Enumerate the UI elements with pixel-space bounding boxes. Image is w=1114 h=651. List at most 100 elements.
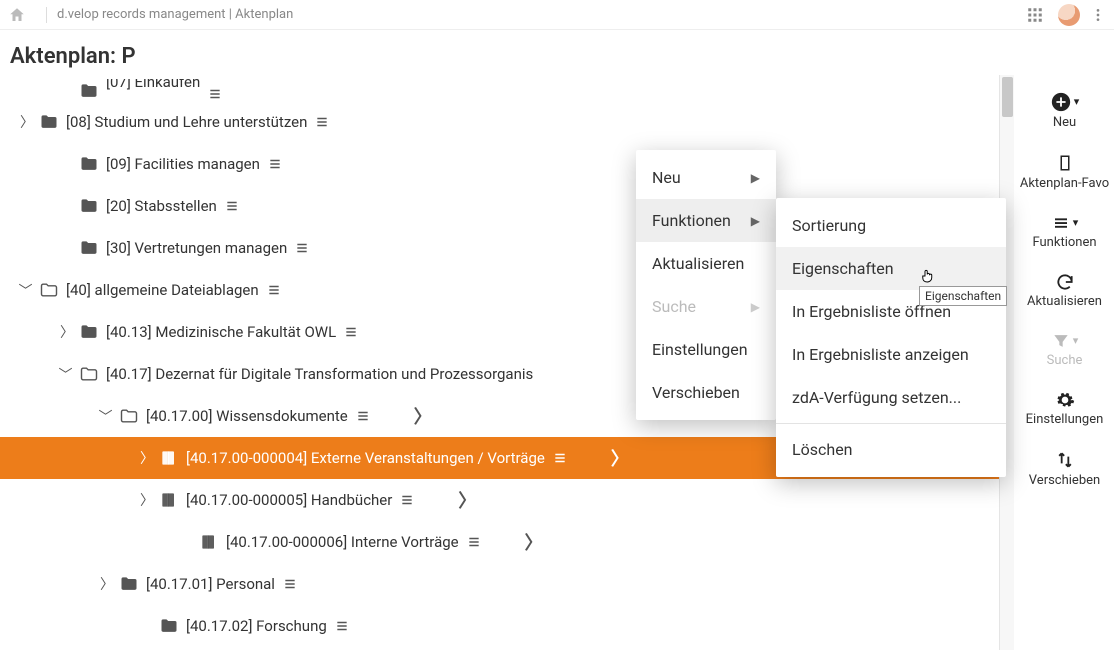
row-menu-icon[interactable] xyxy=(398,493,424,507)
home-icon[interactable] xyxy=(8,6,26,24)
scrollbar-thumb[interactable] xyxy=(1002,77,1013,117)
row-menu-icon[interactable] xyxy=(313,115,339,129)
app-title: d.velop records management | Aktenplan xyxy=(57,7,293,22)
action-aktualisieren[interactable]: Aktualisieren xyxy=(1015,264,1114,323)
folder-outline-icon xyxy=(78,364,100,384)
navigate-icon[interactable]: 〉 xyxy=(454,487,480,513)
context-submenu-item[interactable]: Löschen xyxy=(776,428,1006,471)
folder-solid-icon xyxy=(118,574,140,594)
tree-row[interactable]: 〉[07] Einkaufen xyxy=(0,79,1014,101)
context-submenu-item[interactable]: zdA-Verfügung setzen... xyxy=(776,376,1006,419)
tree-label: [07] Einkaufen xyxy=(100,79,206,91)
context-submenu: Sortierung Eigenschaften In Ergebnisliste … xyxy=(776,198,1006,477)
row-menu-icon[interactable] xyxy=(223,199,249,213)
tree-row[interactable]: 〉 [40.17.00-000005] Handbücher 〉 xyxy=(0,479,1014,521)
context-menu-item[interactable]: Aktualisieren xyxy=(636,242,776,285)
action-einstellungen[interactable]: Einstellungen xyxy=(1015,382,1114,441)
context-submenu-label: In Ergebnisliste anzeigen xyxy=(792,345,969,364)
plus-circle-icon: ▾ xyxy=(1015,91,1114,113)
action-aktenplan-favo[interactable]: Aktenplan-Favo xyxy=(1015,144,1114,205)
navigate-icon[interactable]: 〉 xyxy=(607,445,633,471)
row-menu-icon[interactable] xyxy=(551,451,577,465)
action-verschieben[interactable]: Verschieben xyxy=(1015,441,1114,502)
tree-label: [30] Vertretungen managen xyxy=(100,239,293,257)
filter-icon: ▾ xyxy=(1015,331,1114,351)
context-menu-label: Neu xyxy=(652,168,681,187)
row-menu-icon[interactable] xyxy=(342,325,368,339)
submenu-arrow-icon: ▶ xyxy=(751,300,760,314)
context-submenu-label: Löschen xyxy=(792,440,853,459)
action-label: Einstellungen xyxy=(1015,412,1114,427)
collapse-icon[interactable]: 〉 xyxy=(55,363,75,385)
context-submenu-label: zdA-Verfügung setzen... xyxy=(792,388,961,407)
submenu-arrow-icon: ▶ xyxy=(751,214,760,228)
context-submenu-item[interactable]: In Ergebnisliste anzeigen xyxy=(776,333,1006,376)
expand-icon[interactable]: 〉 xyxy=(136,490,158,510)
avatar[interactable] xyxy=(1058,4,1080,26)
tree-row[interactable]: 〉[08] Studium und Lehre unterstützen xyxy=(0,101,1014,143)
action-panel: ▾ Neu Aktenplan-Favo ▾FunktionenAktualisier… xyxy=(1014,75,1114,650)
gear-icon xyxy=(1015,390,1114,410)
expand-icon[interactable]: 〉 xyxy=(16,112,38,132)
folder-solid-icon xyxy=(78,196,100,216)
tree-row[interactable]: 〉[40.17.02] Forschung xyxy=(0,605,1014,647)
action-neu[interactable]: ▾ Neu xyxy=(1015,83,1114,144)
book-icon xyxy=(198,532,220,552)
navigate-icon[interactable]: 〉 xyxy=(410,403,436,429)
context-submenu-item[interactable]: Sortierung xyxy=(776,204,1006,247)
expand-icon[interactable]: 〉 xyxy=(96,574,118,594)
context-menu-item[interactable]: Neu▶ xyxy=(636,156,776,199)
row-menu-icon[interactable] xyxy=(206,87,232,101)
tree-label: [40] allgemeine Dateiablagen xyxy=(60,281,265,299)
apps-grid-icon[interactable] xyxy=(1026,6,1044,24)
menu-separator xyxy=(776,423,1006,424)
tree-row[interactable]: 〉[09] Facilities managen xyxy=(0,143,1014,185)
collapse-icon[interactable]: 〉 xyxy=(95,405,115,427)
folder-solid-icon xyxy=(78,238,100,258)
action-funktionen[interactable]: ▾Funktionen xyxy=(1015,205,1114,264)
tree-row[interactable]: 〉[40.17.00-000006] Interne Vorträge〉 xyxy=(0,521,1014,563)
folder-solid-icon xyxy=(78,154,100,174)
action-label: Aktenplan-Favo xyxy=(1015,176,1114,191)
row-menu-icon[interactable] xyxy=(266,157,292,171)
collapse-icon[interactable]: 〉 xyxy=(15,279,35,301)
context-menu-label: Verschieben xyxy=(652,383,740,402)
context-menu-label: Suche xyxy=(652,297,696,316)
lines-icon: ▾ xyxy=(1015,213,1114,233)
context-menu-item[interactable]: Verschieben xyxy=(636,371,776,414)
page-title: Aktenplan: P xyxy=(0,30,1114,75)
action-suche: ▾ Suche xyxy=(1015,323,1114,382)
refresh-icon xyxy=(1015,272,1114,292)
more-vertical-icon[interactable] xyxy=(1090,6,1106,24)
row-menu-icon[interactable] xyxy=(333,619,359,633)
action-label: Neu xyxy=(1015,115,1114,130)
context-submenu-item[interactable]: Eigenschaften xyxy=(776,247,1006,290)
row-menu-icon[interactable] xyxy=(265,283,291,297)
context-menu-item[interactable]: Funktionen ▶ xyxy=(636,199,776,242)
row-menu-icon[interactable] xyxy=(281,577,307,591)
folder-outline-icon xyxy=(118,406,140,426)
action-label: Verschieben xyxy=(1015,473,1114,488)
folder-solid-icon xyxy=(38,112,60,132)
navigate-icon[interactable]: 〉 xyxy=(521,529,547,555)
tree-label: [09] Facilities managen xyxy=(100,155,266,173)
row-menu-icon[interactable] xyxy=(354,409,380,423)
context-menu: Neu▶ Funktionen ▶ Aktualisieren Suche ▶ Einste… xyxy=(636,150,776,420)
tree-label: [40.17] Dezernat für Digitale Transforma… xyxy=(100,365,539,383)
context-menu-item[interactable]: Einstellungen xyxy=(636,328,776,371)
book-icon xyxy=(158,490,180,510)
action-label: Suche xyxy=(1015,353,1114,368)
topbar: d.velop records management | Aktenplan xyxy=(0,0,1114,30)
tree-label: [40.17.01] Personal xyxy=(140,575,281,593)
expand-icon[interactable]: 〉 xyxy=(136,448,158,468)
tree-row[interactable]: 〉 [40.17.01] Personal xyxy=(0,563,1014,605)
tree-label: [40.17.00] Wissensdokumente xyxy=(140,407,354,425)
row-menu-icon[interactable] xyxy=(465,535,491,549)
tree-label: [40.17.00-000005] Handbücher xyxy=(180,491,398,509)
row-menu-icon[interactable] xyxy=(293,241,319,255)
context-submenu-label: Eigenschaften xyxy=(792,259,894,278)
bookmark-icon xyxy=(1015,152,1114,174)
swap-icon xyxy=(1015,449,1114,471)
expand-icon[interactable]: 〉 xyxy=(56,322,78,342)
context-menu-label: Funktionen xyxy=(652,211,731,230)
